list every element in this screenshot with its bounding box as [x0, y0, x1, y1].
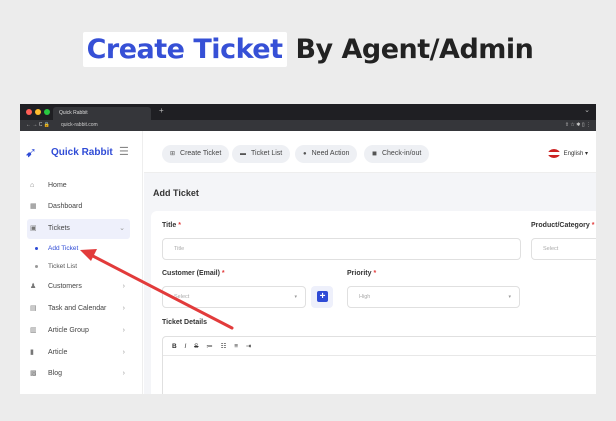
annotation-arrow — [80, 249, 234, 330]
